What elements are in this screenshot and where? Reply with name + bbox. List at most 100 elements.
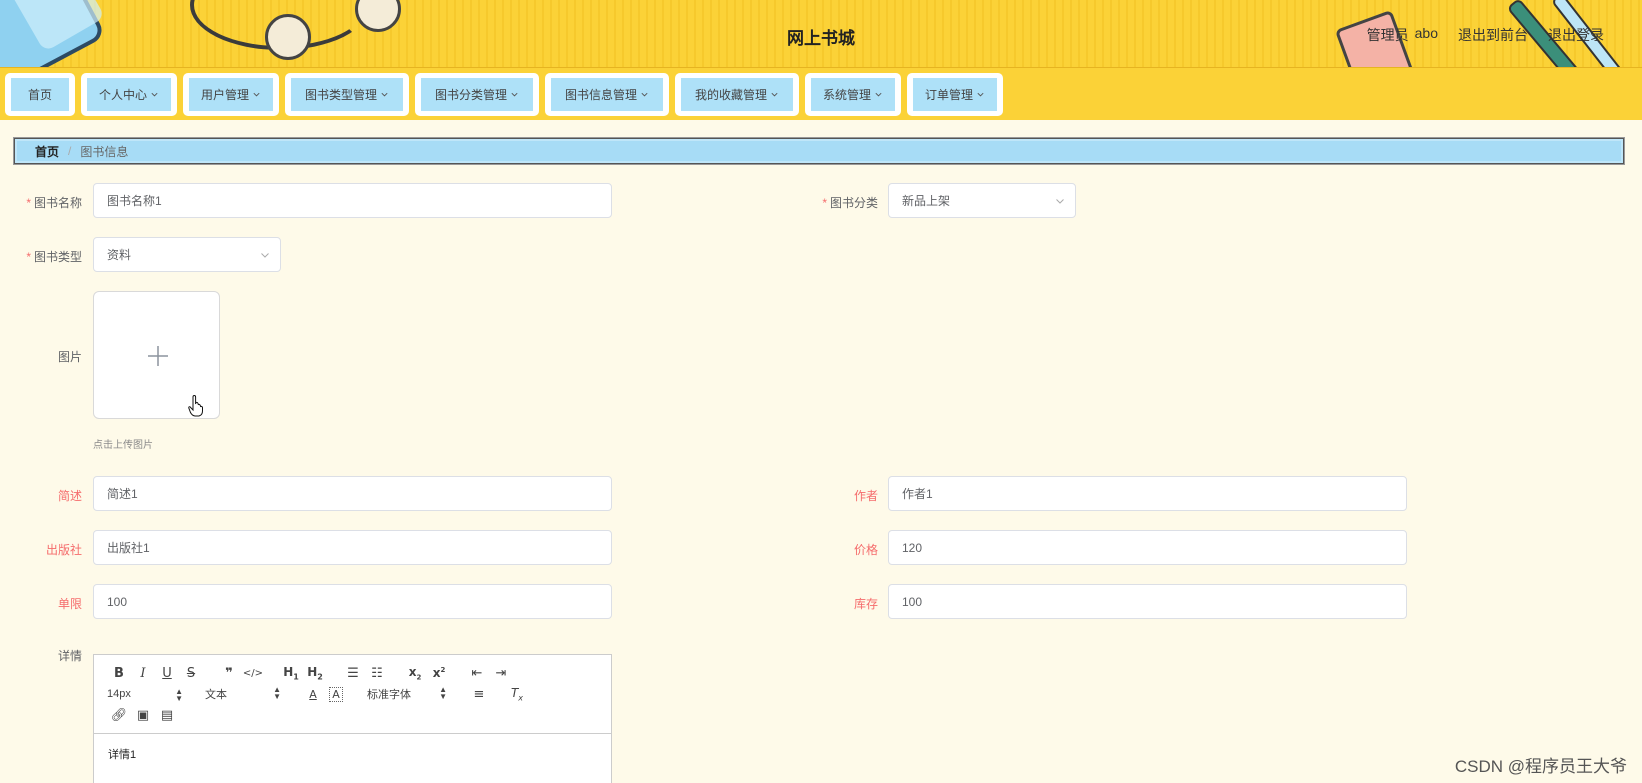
chevron-down-icon xyxy=(1056,199,1064,204)
toolbar-row-1: B I U S ❞ </> H1 H2 ☰ ☷ x2 x2 ⇤ ⇥ xyxy=(107,664,513,682)
image-upload-box[interactable] xyxy=(93,291,220,419)
price-input[interactable]: 120 xyxy=(888,530,1407,565)
book-type-select[interactable]: 资料 xyxy=(93,237,281,272)
limit-input[interactable]: 100 xyxy=(93,584,612,619)
author-value: 作者1 xyxy=(902,487,933,501)
nav-item-user-management[interactable]: 用户管理 xyxy=(183,73,279,116)
nav-item-personal-center[interactable]: 个人中心 xyxy=(81,73,177,116)
summary-value: 简述1 xyxy=(107,487,138,501)
price-value: 120 xyxy=(902,540,923,555)
publisher-input[interactable]: 出版社1 xyxy=(93,530,612,565)
bold-icon[interactable]: B xyxy=(107,666,131,681)
book-category-label: * 图书分类 xyxy=(798,194,878,211)
book-category-select[interactable]: 新品上架 xyxy=(888,183,1076,218)
chevron-down-icon xyxy=(977,92,984,97)
upload-tip: 点击上传图片 xyxy=(93,440,153,451)
rich-text-editor: B I U S ❞ </> H1 H2 ☰ ☷ x2 x2 ⇤ ⇥ 14px ▲ ▼… xyxy=(93,654,612,783)
background-color-icon[interactable]: A xyxy=(329,686,343,702)
nav-item-book-type-management[interactable]: 图书类型管理 xyxy=(285,73,409,116)
updown-icon: ▲ ▼ xyxy=(439,685,447,701)
chevron-down-icon xyxy=(381,92,388,97)
breadcrumb-home[interactable]: 首页 xyxy=(35,143,59,160)
stock-label: 库存 xyxy=(853,597,878,611)
stock-value: 100 xyxy=(902,594,923,609)
italic-icon[interactable]: I xyxy=(131,666,155,681)
heading-1-icon[interactable]: H1 xyxy=(279,665,303,681)
author-input[interactable]: 作者1 xyxy=(888,476,1407,511)
editor-content[interactable]: 详情1 xyxy=(94,734,611,774)
logout-link[interactable]: 退出登录 xyxy=(1548,25,1604,45)
nav-item-label: 个人中心 xyxy=(99,88,148,102)
block-format-value: 文本 xyxy=(205,689,227,701)
blockquote-icon[interactable]: ❞ xyxy=(217,666,241,681)
chevron-down-icon xyxy=(253,92,260,97)
required-star: * xyxy=(26,250,31,264)
book-name-input[interactable]: 图书名称1 xyxy=(93,183,612,218)
font-family-select[interactable]: 标准字体 ▲ ▼ xyxy=(367,686,447,702)
align-icon[interactable]: ≡ xyxy=(467,687,491,702)
code-block-icon[interactable]: </> xyxy=(241,668,265,679)
header-links: 管理员 abo 退出到前台 退出登录 xyxy=(1367,25,1604,45)
font-size-select[interactable]: 14px ▲ ▼ xyxy=(107,687,183,703)
book-category-value: 新品上架 xyxy=(902,194,951,208)
chevron-down-icon xyxy=(151,92,158,97)
outdent-icon[interactable]: ⇤ xyxy=(465,666,489,681)
nav-item-favorites-management[interactable]: 我的收藏管理 xyxy=(675,73,799,116)
admin-role: 管理员 xyxy=(1366,27,1409,43)
nav-item-home[interactable]: 首页 xyxy=(5,73,75,116)
nav-item-label: 图书类型管理 xyxy=(304,88,377,102)
admin-name: abo xyxy=(1414,25,1438,41)
underline-icon[interactable]: U xyxy=(155,666,179,681)
text-color-icon[interactable]: A xyxy=(301,688,325,701)
author-label: 作者 xyxy=(853,489,878,503)
video-icon[interactable]: ▤ xyxy=(155,708,179,723)
book-type-label-text: 图书类型 xyxy=(33,250,82,264)
hand-cursor-icon xyxy=(188,395,203,417)
breadcrumb-current: 图书信息 xyxy=(80,144,129,159)
image-label: 图片 xyxy=(57,350,82,364)
nav-item-label: 订单管理 xyxy=(925,88,974,102)
summary-input[interactable]: 简述1 xyxy=(93,476,612,511)
book-type-label: * 图书类型 xyxy=(2,248,82,265)
toolbar-row-2: 14px ▲ ▼ 文本 ▲ ▼ A A 标准字体 ▲ ▼ ≡ Tx xyxy=(107,685,529,703)
block-format-select[interactable]: 文本 ▲ ▼ xyxy=(205,686,281,702)
image-icon[interactable]: ▣ xyxy=(131,708,155,723)
nav-item-system-management[interactable]: 系统管理 xyxy=(805,73,901,116)
main-nav: 首页 个人中心 用户管理 图书类型管理 图书分类管理 图书信息管理 我的收藏管理… xyxy=(0,68,1642,120)
heading-2-icon[interactable]: H2 xyxy=(303,665,327,681)
strikethrough-icon[interactable]: S xyxy=(179,666,203,681)
updown-icon: ▲ ▼ xyxy=(175,687,183,703)
font-family-value: 标准字体 xyxy=(367,689,411,701)
chevron-down-icon xyxy=(511,92,518,97)
required-star: * xyxy=(26,196,31,210)
indent-icon[interactable]: ⇥ xyxy=(489,666,513,681)
nav-item-order-management[interactable]: 订单管理 xyxy=(907,73,1003,116)
superscript-icon[interactable]: x2 xyxy=(427,666,451,680)
updown-icon: ▲ ▼ xyxy=(273,685,281,701)
summary-label: 简述 xyxy=(57,489,82,503)
publisher-value: 出版社1 xyxy=(107,541,150,555)
chevron-down-icon xyxy=(641,92,648,97)
book-type-value: 资料 xyxy=(107,248,132,262)
bullet-list-icon[interactable]: ☷ xyxy=(365,666,389,681)
nav-item-book-info-management[interactable]: 图书信息管理 xyxy=(545,73,669,116)
stock-input[interactable]: 100 xyxy=(888,584,1407,619)
breadcrumb-separator: / xyxy=(68,144,72,158)
book-name-label: * 图书名称 xyxy=(2,194,82,211)
watermark: CSDN @程序员王大爷 xyxy=(1454,757,1627,776)
link-icon[interactable]: 🔗︎ xyxy=(107,708,131,723)
book-name-value: 图书名称1 xyxy=(107,194,162,208)
detail-label: 详情 xyxy=(57,649,82,663)
chevron-down-icon xyxy=(771,92,778,97)
nav-item-label: 系统管理 xyxy=(823,88,872,102)
ordered-list-icon[interactable]: ☰ xyxy=(341,666,365,681)
chevron-down-icon xyxy=(875,92,882,97)
chevron-down-icon xyxy=(261,253,269,258)
subscript-icon[interactable]: x2 xyxy=(403,665,427,681)
nav-item-book-category-management[interactable]: 图书分类管理 xyxy=(415,73,539,116)
plus-icon xyxy=(148,346,168,366)
nav-item-label: 用户管理 xyxy=(201,88,250,102)
clear-format-icon[interactable]: Tx xyxy=(505,686,529,702)
limit-value: 100 xyxy=(107,594,128,609)
to-frontend-link[interactable]: 退出到前台 xyxy=(1458,25,1528,45)
